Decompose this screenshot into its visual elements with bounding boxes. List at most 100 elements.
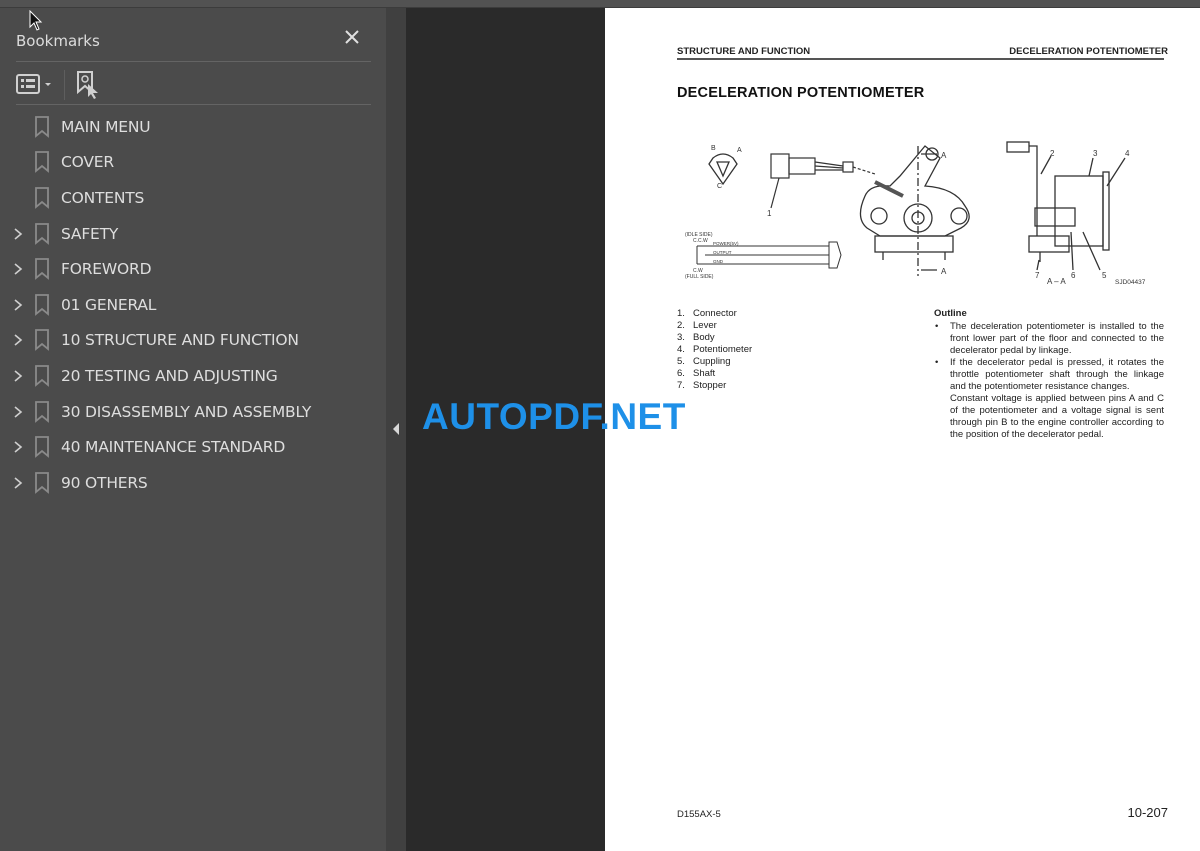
- bookmark-icon: [35, 293, 49, 316]
- chevron-right-icon[interactable]: [11, 227, 25, 241]
- pin-a-label: A: [737, 147, 742, 154]
- bookmark-item[interactable]: 20 TESTING AND ADJUSTING: [0, 358, 386, 394]
- svg-text:POWER(5V): POWER(5V): [713, 241, 739, 246]
- bookmark-icon: [35, 471, 49, 494]
- bookmark-item[interactable]: MAIN MENU: [0, 109, 386, 145]
- part-item: 1. Connector: [677, 308, 752, 320]
- bookmark-item[interactable]: 10 STRUCTURE AND FUNCTION: [0, 323, 386, 359]
- drawing-code: SJD04437: [1115, 279, 1146, 286]
- outline-heading: Outline: [934, 308, 967, 319]
- part-name: Shaft: [693, 368, 716, 379]
- bookmark-label: COVER: [61, 153, 114, 172]
- chevron-right-icon[interactable]: [11, 405, 25, 419]
- bookmarks-title: Bookmarks: [16, 32, 100, 50]
- page-header-section: STRUCTURE AND FUNCTION: [677, 46, 811, 57]
- bookmark-label: 30 DISASSEMBLY AND ASSEMBLY: [61, 402, 312, 421]
- bookmark-icon: [35, 400, 49, 423]
- part-item: 4. Potentiometer: [677, 344, 752, 356]
- bookmark-item[interactable]: 90 OTHERS: [0, 465, 386, 501]
- wiring-diagram: (IDLE SIDE) C.C.W POWER(5V) OUTPUT GND C…: [685, 232, 842, 280]
- top-bar: [0, 0, 1200, 8]
- panel-splitter[interactable]: [386, 8, 406, 851]
- outline-bullet: The deceleration potentiometer is instal…: [934, 321, 1164, 357]
- collapse-panel-arrow-icon[interactable]: [392, 422, 400, 436]
- part-name: Stopper: [693, 380, 727, 391]
- svg-text:6: 6: [1071, 271, 1076, 280]
- svg-text:OUTPUT: OUTPUT: [713, 250, 732, 255]
- chevron-right-icon[interactable]: [11, 262, 25, 276]
- svg-text:C.C.W: C.C.W: [693, 238, 708, 244]
- page-footer-model: D155AX-5: [677, 809, 721, 820]
- chevron-right-icon[interactable]: [11, 333, 25, 347]
- bookmark-item[interactable]: 30 DISASSEMBLY AND ASSEMBLY: [0, 394, 386, 430]
- bookmark-label: 10 STRUCTURE AND FUNCTION: [61, 331, 299, 350]
- outline-bullet: If the decelerator pedal is pressed, it …: [934, 357, 1164, 393]
- outline-section: Outline The deceleration potentiometer i…: [934, 308, 1164, 441]
- bookmark-item[interactable]: 01 GENERAL: [0, 287, 386, 323]
- pin-b-label: B: [711, 145, 716, 152]
- pin-c-label: C: [717, 183, 722, 190]
- page-title: DECELERATION POTENTIOMETER: [677, 85, 925, 101]
- list-options-icon[interactable]: [16, 72, 56, 98]
- section-label-bottom: A: [941, 267, 947, 276]
- svg-text:7: 7: [1035, 271, 1040, 280]
- bookmark-item[interactable]: SAFETY: [0, 216, 386, 252]
- section-label-top: A: [941, 151, 947, 160]
- part-number: 4.: [677, 344, 685, 355]
- part-number: 7.: [677, 380, 685, 391]
- chevron-right-icon[interactable]: [11, 369, 25, 383]
- part-name: Lever: [693, 320, 717, 331]
- part-number: 1.: [677, 308, 685, 319]
- part-number: 6.: [677, 368, 685, 379]
- bookmark-label: 20 TESTING AND ADJUSTING: [61, 366, 278, 385]
- pin-view: B A C: [708, 145, 742, 190]
- header-rule: [677, 58, 1164, 60]
- callout-1: 1: [767, 209, 772, 218]
- bookmark-icon: [35, 115, 49, 138]
- bookmark-icon: [35, 187, 49, 209]
- svg-text:3: 3: [1093, 149, 1098, 158]
- bookmark-icon: [35, 222, 49, 245]
- bookmark-label: CONTENTS: [61, 188, 145, 207]
- bookmark-item[interactable]: CONTENTS: [0, 180, 386, 216]
- bookmark-label: FOREWORD: [61, 260, 152, 279]
- part-name: Potentiometer: [693, 344, 753, 355]
- part-item: 7. Stopper: [677, 380, 752, 392]
- front-view: A A: [859, 145, 970, 276]
- bookmark-label: SAFETY: [61, 224, 119, 243]
- part-name: Cuppling: [693, 356, 731, 367]
- section-view: 2 3 4 5 6 7 A – A SJD04437: [1006, 141, 1146, 286]
- chevron-right-icon[interactable]: [11, 476, 25, 490]
- section-caption: A – A: [1047, 277, 1066, 286]
- bookmark-icon: [35, 258, 49, 281]
- part-item: 2. Lever: [677, 320, 752, 332]
- outline-continuation: Constant voltage is applied between pins…: [950, 393, 1164, 440]
- bookmark-item[interactable]: 40 MAINTENANCE STANDARD: [0, 429, 386, 465]
- part-item: 3. Body: [677, 332, 752, 344]
- bookmark-icon: [35, 151, 49, 174]
- bookmark-icon: [35, 436, 49, 459]
- bookmarks-header: Bookmarks: [16, 20, 371, 62]
- potentiometer-diagram: B A C 1 A A (IDLE SIDE) C.C.W POWER(5V) …: [685, 141, 1146, 286]
- svg-text:GND: GND: [713, 259, 724, 264]
- mouse-cursor-icon: [29, 10, 43, 31]
- connector-drawing: 1: [767, 153, 876, 218]
- part-item: 5. Cuppling: [677, 356, 752, 368]
- svg-text:(FULL SIDE): (FULL SIDE): [685, 274, 714, 280]
- svg-text:5: 5: [1102, 271, 1107, 280]
- bookmark-icon: [35, 329, 49, 352]
- chevron-right-icon[interactable]: [11, 298, 25, 312]
- bookmarks-toolbar: [16, 62, 371, 105]
- bookmark-item[interactable]: FOREWORD: [0, 251, 386, 287]
- find-current-bookmark-icon[interactable]: [74, 70, 104, 100]
- part-item: 6. Shaft: [677, 368, 752, 380]
- page-number: 10-207: [1127, 805, 1168, 820]
- chevron-right-icon[interactable]: [11, 440, 25, 454]
- bookmark-label: 40 MAINTENANCE STANDARD: [61, 438, 286, 457]
- part-name: Body: [693, 332, 715, 343]
- part-number: 5.: [677, 356, 685, 367]
- bookmark-item[interactable]: COVER: [0, 145, 386, 181]
- bookmark-list: MAIN MENU COVER CONTENTS SAFETY FOREWORD 01 G…: [0, 109, 386, 501]
- pdf-page: STRUCTURE AND FUNCTION DECELERATION POTE…: [605, 8, 1200, 851]
- close-icon[interactable]: [341, 26, 363, 48]
